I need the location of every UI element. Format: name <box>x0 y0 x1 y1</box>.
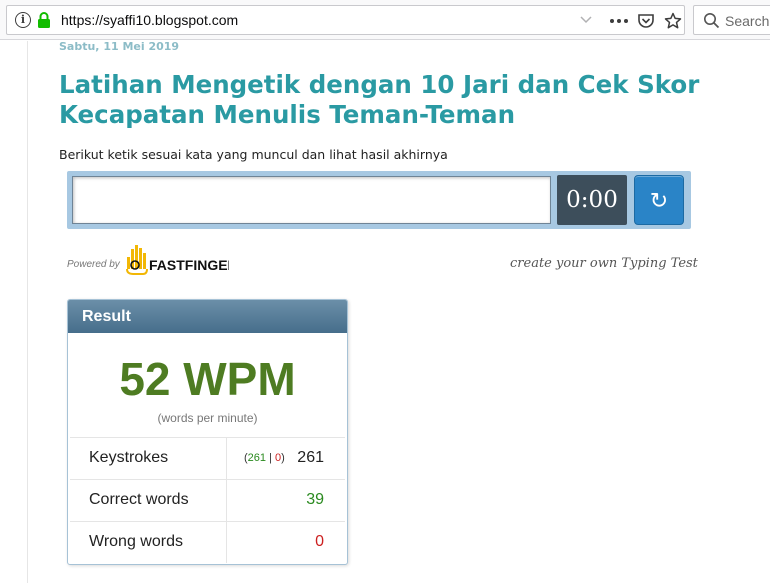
info-icon[interactable]: i <box>15 12 31 28</box>
keystrokes-correct: 261 <box>247 452 267 464</box>
wrong-words-label: Wrong words <box>89 533 183 550</box>
powered-by-label: Powered by <box>67 259 120 270</box>
result-header: Result <box>68 300 347 333</box>
post-intro: Berikut ketik sesuai kata yang muncul da… <box>59 147 448 162</box>
browser-toolbar: i https://syaffi10.blogspot.com Search <box>0 0 770 40</box>
correct-words-label: Correct words <box>89 491 189 508</box>
create-typing-test-link[interactable]: create your own Typing Test <box>510 256 698 271</box>
row-divider <box>226 438 227 479</box>
search-bar[interactable]: Search <box>693 5 770 35</box>
page-actions-icon[interactable] <box>609 13 629 29</box>
search-icon <box>704 13 720 29</box>
wrong-words-row: Wrong words 0 <box>70 521 345 563</box>
wpm-caption: (words per minute) <box>157 411 258 425</box>
typing-input[interactable] <box>72 176 551 224</box>
row-divider <box>226 480 227 521</box>
correct-words-row: Correct words 39 <box>70 479 345 521</box>
url-bar[interactable]: i https://syaffi10.blogspot.com <box>6 5 685 35</box>
keystrokes-detail: (261 | 0) <box>244 452 285 464</box>
lock-icon[interactable] <box>37 12 51 29</box>
correct-words-value: 39 <box>306 491 324 508</box>
keystrokes-label: Keystrokes <box>89 449 169 466</box>
post-title[interactable]: Latihan Mengetik dengan 10 Jari dan Cek … <box>59 70 739 130</box>
keystrokes-total: 261 <box>297 449 324 466</box>
10fastfingers-logo[interactable]: FASTFINGERS <box>125 243 229 275</box>
bookmark-star-icon[interactable] <box>664 12 682 30</box>
reload-button[interactable]: ↻ <box>634 175 684 225</box>
page-border <box>27 41 28 583</box>
result-panel: Result 52 WPM (words per minute) Keystro… <box>67 299 348 565</box>
search-placeholder: Search <box>725 13 770 29</box>
keystrokes-row: Keystrokes (261 | 0) 261 <box>70 437 345 479</box>
timer: 0:00 <box>557 175 627 225</box>
post-date: Sabtu, 11 Mei 2019 <box>59 40 180 53</box>
pocket-icon[interactable] <box>637 13 655 29</box>
url-text[interactable]: https://syaffi10.blogspot.com <box>61 12 238 28</box>
chevron-down-icon[interactable] <box>579 14 593 26</box>
logo-text: FASTFINGERS <box>149 257 229 273</box>
wpm-value: 52 WPM <box>119 353 296 405</box>
typing-test-bar: 0:00 ↻ <box>67 171 691 229</box>
row-divider <box>226 522 227 563</box>
svg-text:FASTFINGERS: FASTFINGERS <box>149 257 229 273</box>
wrong-words-value: 0 <box>315 533 324 550</box>
